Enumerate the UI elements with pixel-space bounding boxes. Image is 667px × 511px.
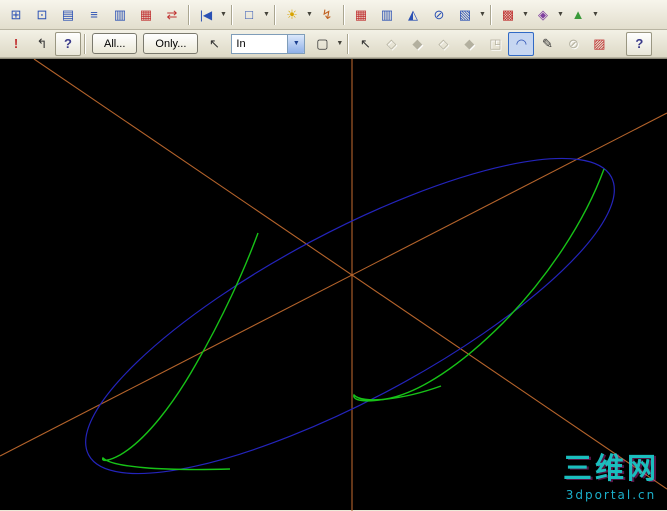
pattern-icon[interactable]: ◈ [530,3,556,27]
color-table-icon[interactable]: ▦ [348,3,374,27]
raster-manager-icon[interactable]: ▤ [55,3,81,27]
warning-icon[interactable]: ! [3,32,29,56]
polygon-mode-icon[interactable]: ◇ [430,32,456,56]
combobox-arrow-icon[interactable]: ▼ [287,34,305,53]
reference-levels-icon[interactable]: ▥ [374,3,400,27]
drawing-viewport[interactable]: 三维网 3dportal.cn [0,58,667,511]
in-combobox-value: In [236,37,246,50]
render-icon[interactable]: ◭ [400,3,426,27]
smooth-arc-icon[interactable]: ◠ [508,31,535,56]
drawing-canvas[interactable] [0,59,667,511]
help-icon[interactable]: ? [55,31,81,56]
main-toolbar: ⊞ ⊡ ▤ ≡ ▥ ▦ ⇄ |◀ ▼ □ ▼ ☀ ▼ ↯ ▦ ▥ ◭ ⊘ ▧ ▼… [0,0,667,30]
level-display-icon[interactable]: ▥ [107,3,133,27]
toolbar-separator [490,4,492,25]
palette-icon[interactable]: ▩ [495,3,521,27]
tile-windows-icon[interactable]: □ [236,3,262,27]
ellipse-element[interactable] [49,103,651,511]
toolbar-separator [188,4,190,25]
toolbar-separator [343,4,345,25]
polygon-mode-icon[interactable]: ◇ [378,32,404,56]
level-manager-icon[interactable]: ≡ [81,3,107,27]
apply-attributes-icon[interactable]: ↰ [29,32,55,56]
selection-toolbar: ! ↰ ? All... Only... ↖ In ▼ ▢ ▼ ↖ ◇ ◆ ◇ … [0,30,667,58]
toolbar-separator [274,4,276,25]
cube-icon[interactable]: ◳ [482,32,508,56]
window-control-icon[interactable]: |◀ [193,3,219,27]
key-in-icon[interactable]: ⇄ [159,3,185,27]
toolbar-separator [347,33,350,54]
dropdown-caret-icon[interactable]: ▼ [478,4,487,26]
axis-diagonal-line-1[interactable] [33,59,667,490]
toolbar-separator [231,4,233,25]
only-button[interactable]: Only... [143,33,199,54]
adjust-icon[interactable]: ↯ [314,3,340,27]
dropdown-caret-icon[interactable]: ▼ [335,33,344,55]
dropdown-caret-icon[interactable]: ▼ [219,4,228,26]
dropdown-caret-icon[interactable]: ▼ [556,4,565,26]
cell-library-icon[interactable]: ▦ [133,3,159,27]
dropdown-caret-icon[interactable]: ▼ [591,4,600,26]
all-button[interactable]: All... [92,33,138,54]
spline-curve-left[interactable] [102,232,259,471]
clip-volume-icon[interactable]: ⊘ [426,3,452,27]
lights-icon[interactable]: ☀ [279,3,305,27]
sheet-model-icon[interactable]: ▧ [452,3,478,27]
pen-icon[interactable]: ✎ [534,32,560,56]
in-combobox[interactable]: In ▼ [231,33,306,54]
polygon-mode-icon[interactable]: ◆ [456,32,482,56]
terrain-icon[interactable]: ▲ [565,3,591,27]
attributes-swatch-icon[interactable]: ▨ [586,32,612,56]
references-icon[interactable]: ⊡ [29,3,55,27]
dropdown-caret-icon[interactable]: ▼ [262,4,271,26]
pick-pointer-icon[interactable]: ↖ [201,32,227,56]
no-entry-icon[interactable]: ⊘ [560,32,586,56]
polygon-mode-icon[interactable]: ◆ [404,32,430,56]
marquee-select-icon[interactable]: ▢ [309,32,335,56]
toolbar-separator [84,33,86,54]
dropdown-caret-icon[interactable]: ▼ [521,4,530,26]
models-icon[interactable]: ⊞ [3,3,29,27]
help-icon[interactable]: ? [626,31,653,56]
element-selection-icon[interactable]: ↖ [352,32,378,56]
dropdown-caret-icon[interactable]: ▼ [305,4,314,26]
